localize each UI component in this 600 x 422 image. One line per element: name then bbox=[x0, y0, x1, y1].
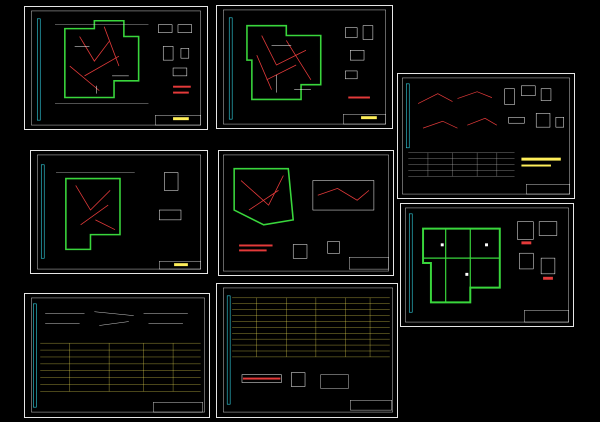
details-sheet bbox=[402, 77, 570, 195]
rebar-table-2 bbox=[223, 287, 393, 413]
drawing-sheet-2[interactable] bbox=[216, 5, 393, 129]
drawing-sheet-5[interactable] bbox=[218, 150, 394, 276]
floor-plan-1 bbox=[31, 10, 201, 126]
drawing-sheet-7[interactable] bbox=[24, 293, 210, 418]
floor-plan-3 bbox=[37, 154, 201, 270]
drawing-sheet-8[interactable] bbox=[216, 283, 398, 418]
drawing-sheet-1[interactable] bbox=[24, 6, 208, 130]
drawing-sheet-4[interactable] bbox=[30, 150, 208, 274]
floor-plan-2 bbox=[223, 9, 386, 125]
foundation-plan bbox=[405, 207, 569, 323]
floor-plan-4 bbox=[223, 154, 389, 272]
drawing-sheet-3[interactable] bbox=[397, 73, 575, 199]
rebar-table-1 bbox=[31, 297, 205, 413]
drawing-sheet-6[interactable] bbox=[400, 203, 574, 327]
